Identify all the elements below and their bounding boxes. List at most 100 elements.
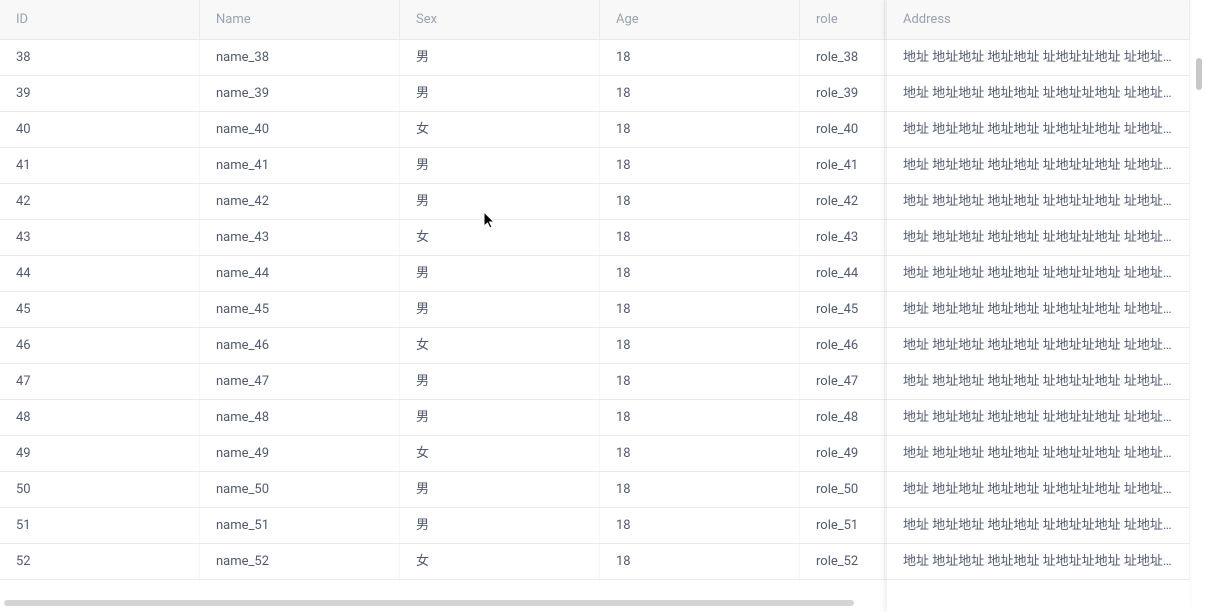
- cell-address: 地址 地址地址 地址地址 址地址址地址 址地址 址…: [887, 148, 1190, 183]
- cell-age: 18: [600, 220, 800, 255]
- table-row[interactable]: 地址 地址地址 地址地址 址地址址地址 址地址 址…: [887, 400, 1190, 436]
- cell-id: 48: [0, 400, 200, 435]
- cell-age: 18: [600, 76, 800, 111]
- cell-sex: 女: [400, 328, 600, 363]
- cell-sex: 男: [400, 292, 600, 327]
- cell-age: 18: [600, 40, 800, 75]
- vertical-scrollbar-thumb[interactable]: [1196, 58, 1202, 90]
- cell-age: 18: [600, 112, 800, 147]
- cell-name: name_38: [200, 40, 400, 75]
- cell-id: 52: [0, 544, 200, 579]
- table-row[interactable]: 地址 地址地址 地址地址 址地址址地址 址地址 址…: [887, 328, 1190, 364]
- cell-id: 51: [0, 508, 200, 543]
- cell-id: 45: [0, 292, 200, 327]
- table-row[interactable]: 地址 地址地址 地址地址 址地址址地址 址地址 址…: [887, 220, 1190, 256]
- table-row[interactable]: 地址 地址地址 地址地址 址地址址地址 址地址 址…: [887, 508, 1190, 544]
- horizontal-scrollbar-thumb[interactable]: [4, 600, 854, 606]
- cell-name: name_42: [200, 184, 400, 219]
- cell-address: 地址 地址地址 地址地址 址地址址地址 址地址 址…: [887, 184, 1190, 219]
- cell-role: role_52: [800, 544, 885, 579]
- cell-name: name_47: [200, 364, 400, 399]
- table-row[interactable]: 地址 地址地址 地址地址 址地址址地址 址地址 址…: [887, 544, 1190, 580]
- cell-role: role_49: [800, 436, 885, 471]
- cell-address: 地址 地址地址 地址地址 址地址址地址 址地址 址…: [887, 40, 1190, 75]
- table-row[interactable]: 地址 地址地址 地址地址 址地址址地址 址地址 址…: [887, 112, 1190, 148]
- cell-id: 39: [0, 76, 200, 111]
- table-row[interactable]: 地址 地址地址 地址地址 址地址址地址 址地址 址…: [887, 76, 1190, 112]
- cell-id: 42: [0, 184, 200, 219]
- cell-id: 41: [0, 148, 200, 183]
- cell-role: role_46: [800, 328, 885, 363]
- cell-sex: 男: [400, 508, 600, 543]
- cell-name: name_45: [200, 292, 400, 327]
- cell-address: 地址 地址地址 地址地址 址地址址地址 址地址 址…: [887, 220, 1190, 255]
- table-row[interactable]: 地址 地址地址 地址地址 址地址址地址 址地址 址…: [887, 256, 1190, 292]
- cell-role: role_50: [800, 472, 885, 507]
- cell-address: 地址 地址地址 地址地址 址地址址地址 址地址 址…: [887, 328, 1190, 363]
- table-row[interactable]: 地址 地址地址 地址地址 址地址址地址 址地址 址…: [887, 472, 1190, 508]
- cell-sex: 男: [400, 364, 600, 399]
- cell-address: 地址 地址地址 地址地址 址地址址地址 址地址 址…: [887, 256, 1190, 291]
- cell-role: role_43: [800, 220, 885, 255]
- cell-id: 47: [0, 364, 200, 399]
- table-row[interactable]: 地址 地址地址 地址地址 址地址址地址 址地址 址…: [887, 184, 1190, 220]
- cell-name: name_48: [200, 400, 400, 435]
- cell-name: name_44: [200, 256, 400, 291]
- cell-age: 18: [600, 400, 800, 435]
- cell-address: 地址 地址地址 地址地址 址地址址地址 址地址 址…: [887, 472, 1190, 507]
- vertical-scrollbar[interactable]: [1196, 40, 1204, 588]
- cell-address: 地址 地址地址 地址地址 址地址址地址 址地址 址…: [887, 112, 1190, 147]
- cell-age: 18: [600, 364, 800, 399]
- cell-name: name_52: [200, 544, 400, 579]
- cell-sex: 男: [400, 400, 600, 435]
- cell-address: 地址 地址地址 地址地址 址地址址地址 址地址 址…: [887, 508, 1190, 543]
- cell-sex: 女: [400, 544, 600, 579]
- fixed-right-column: Address 地址 地址地址 地址地址 址地址址地址 址地址 址…地址 地址地…: [887, 0, 1190, 592]
- cell-id: 44: [0, 256, 200, 291]
- column-header-sex[interactable]: Sex: [400, 0, 600, 39]
- cell-name: name_46: [200, 328, 400, 363]
- cell-sex: 男: [400, 184, 600, 219]
- cell-sex: 女: [400, 220, 600, 255]
- cell-role: role_44: [800, 256, 885, 291]
- cell-sex: 男: [400, 76, 600, 111]
- cell-role: role_42: [800, 184, 885, 219]
- cell-id: 50: [0, 472, 200, 507]
- cell-id: 43: [0, 220, 200, 255]
- cell-role: role_41: [800, 148, 885, 183]
- cell-role: role_38: [800, 40, 885, 75]
- column-header-id[interactable]: ID: [0, 0, 200, 39]
- cell-id: 40: [0, 112, 200, 147]
- cell-role: role_48: [800, 400, 885, 435]
- cell-age: 18: [600, 256, 800, 291]
- cell-age: 18: [600, 472, 800, 507]
- table-row[interactable]: 地址 地址地址 地址地址 址地址址地址 址地址 址…: [887, 292, 1190, 328]
- cell-sex: 女: [400, 112, 600, 147]
- cell-age: 18: [600, 148, 800, 183]
- cell-name: name_40: [200, 112, 400, 147]
- cell-role: role_39: [800, 76, 885, 111]
- cell-age: 18: [600, 292, 800, 327]
- column-header-age[interactable]: Age: [600, 0, 800, 39]
- cell-sex: 男: [400, 148, 600, 183]
- cell-role: role_51: [800, 508, 885, 543]
- cell-address: 地址 地址地址 地址地址 址地址址地址 址地址 址…: [887, 292, 1190, 327]
- table-row[interactable]: 地址 地址地址 地址地址 址地址址地址 址地址 址…: [887, 148, 1190, 184]
- table-row[interactable]: 地址 地址地址 地址地址 址地址址地址 址地址 址…: [887, 364, 1190, 400]
- column-header-role[interactable]: role: [800, 0, 885, 39]
- table-row[interactable]: 地址 地址地址 地址地址 址地址址地址 址地址 址…: [887, 436, 1190, 472]
- cell-name: name_50: [200, 472, 400, 507]
- column-header-name[interactable]: Name: [200, 0, 400, 39]
- cell-age: 18: [600, 508, 800, 543]
- cell-role: role_45: [800, 292, 885, 327]
- cell-id: 49: [0, 436, 200, 471]
- column-header-address-fixed[interactable]: Address: [887, 0, 1190, 39]
- cell-address: 地址 地址地址 地址地址 址地址址地址 址地址 址…: [887, 76, 1190, 111]
- table-row[interactable]: 地址 地址地址 地址地址 址地址址地址 址地址 址…: [887, 40, 1190, 76]
- cell-role: role_40: [800, 112, 885, 147]
- horizontal-scrollbar[interactable]: [4, 600, 1184, 608]
- cell-address: 地址 地址地址 地址地址 址地址址地址 址地址 址…: [887, 544, 1190, 579]
- cell-name: name_39: [200, 76, 400, 111]
- cell-age: 18: [600, 544, 800, 579]
- cell-address: 地址 地址地址 地址地址 址地址址地址 址地址 址…: [887, 364, 1190, 399]
